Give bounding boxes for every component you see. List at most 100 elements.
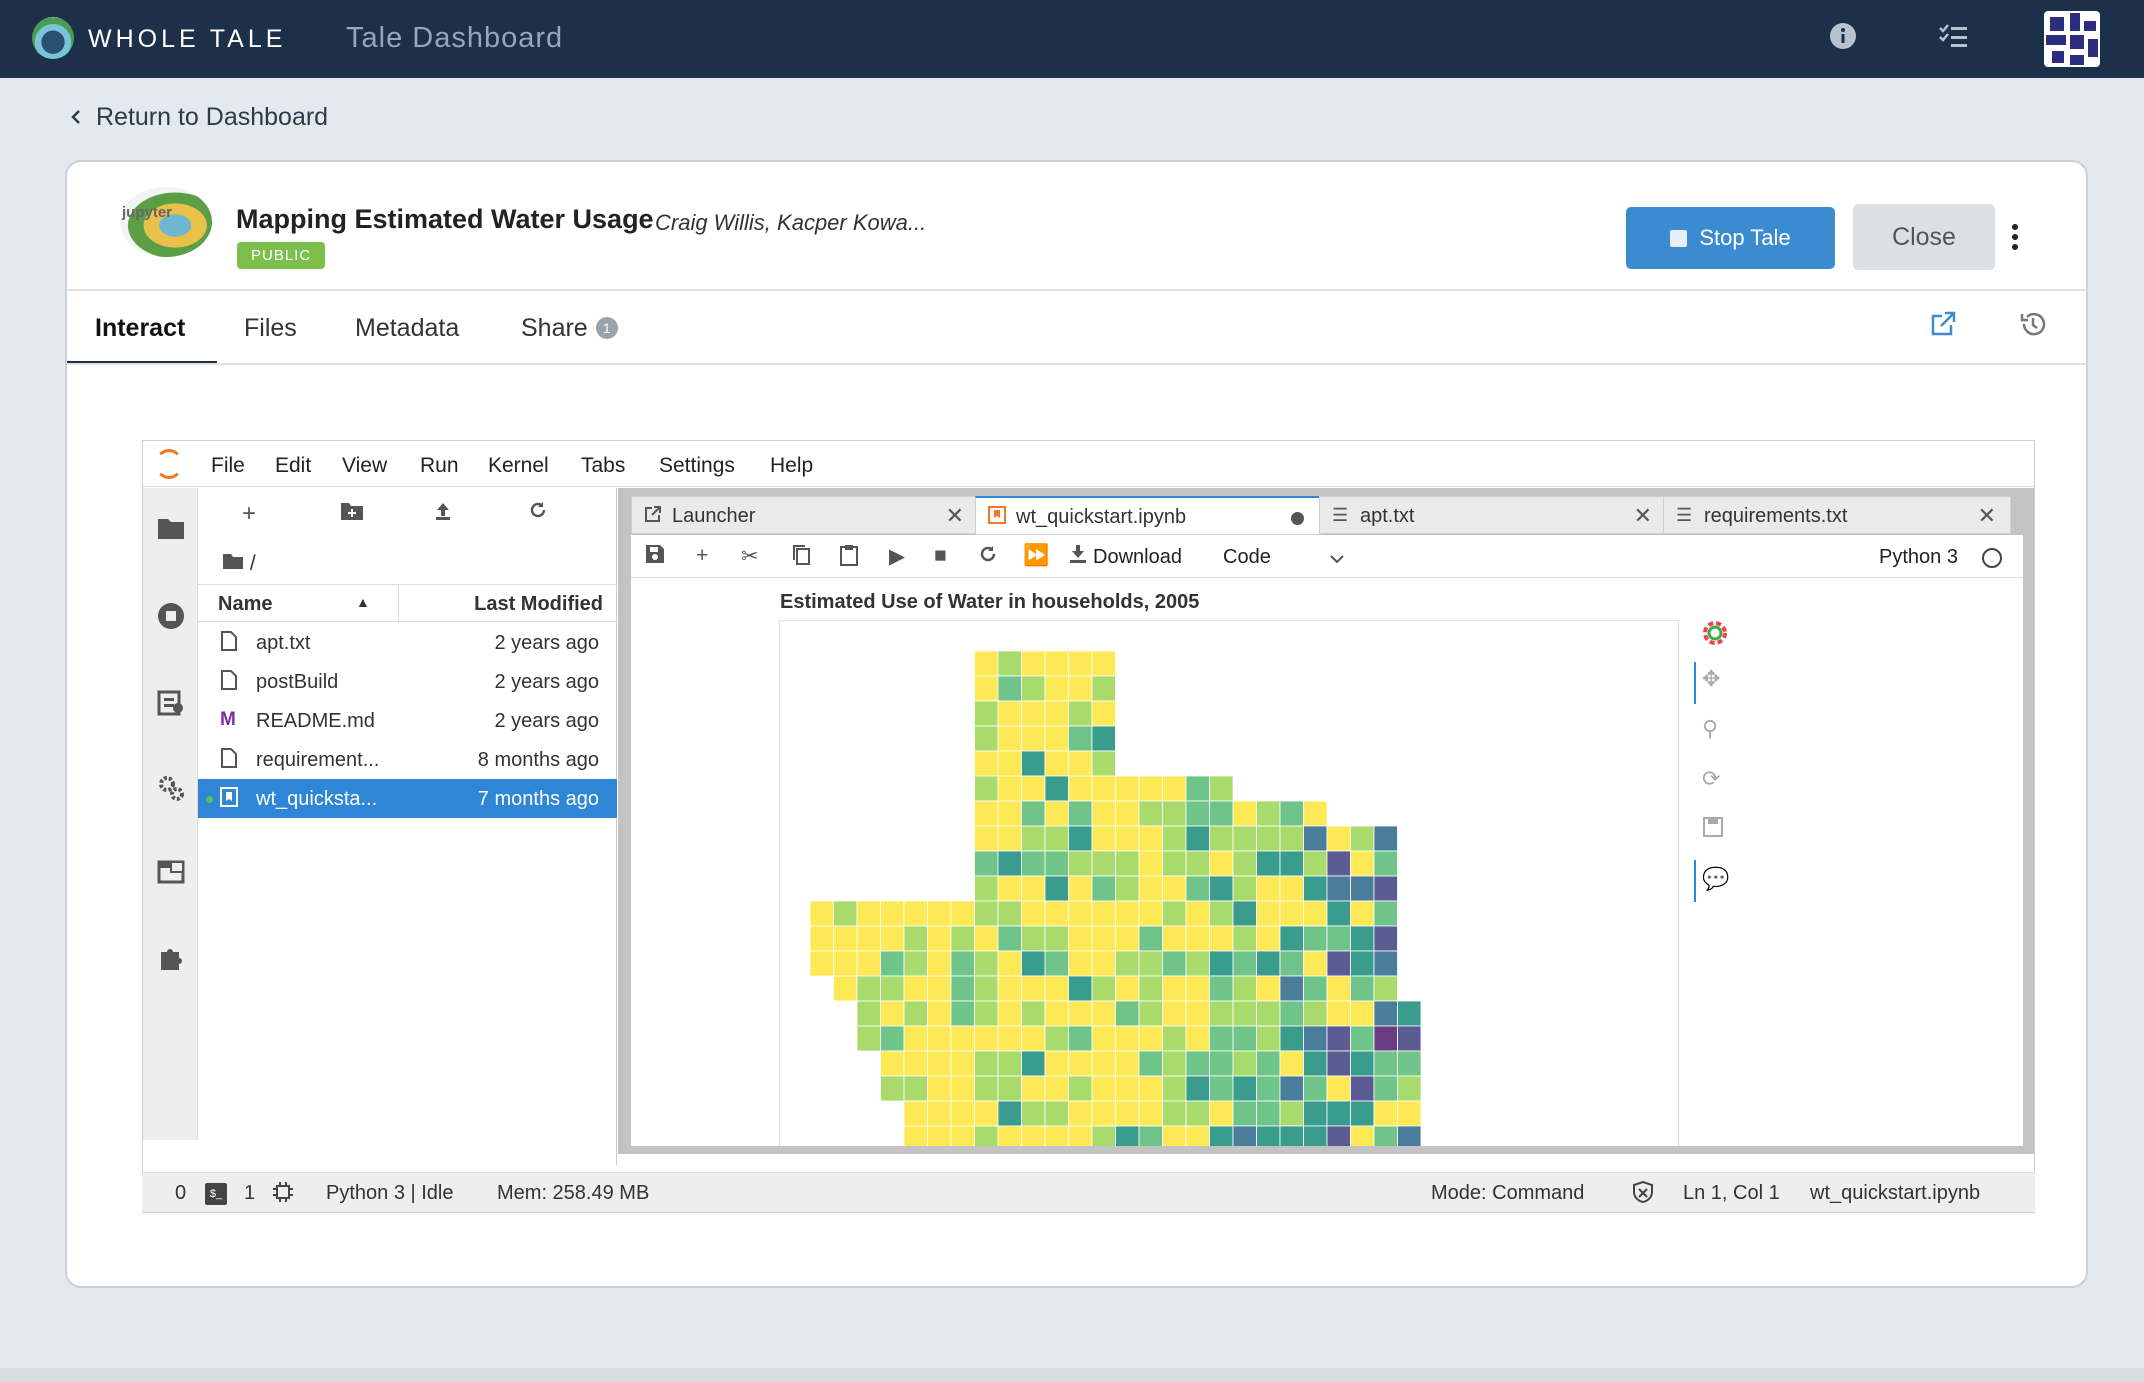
county-shape[interactable]: [1350, 1050, 1375, 1077]
county-shape[interactable]: [1138, 1000, 1163, 1027]
county-shape[interactable]: [1068, 950, 1093, 977]
menu-help[interactable]: Help: [770, 454, 813, 478]
county-shape[interactable]: [950, 925, 975, 952]
county-shape[interactable]: [997, 700, 1022, 727]
county-shape[interactable]: [1115, 975, 1140, 1002]
county-shape[interactable]: [1021, 1075, 1046, 1102]
county-shape[interactable]: [1162, 1000, 1187, 1027]
county-shape[interactable]: [1115, 1100, 1140, 1127]
county-shape[interactable]: [1091, 650, 1116, 677]
county-shape[interactable]: [974, 950, 999, 977]
county-shape[interactable]: [1138, 875, 1163, 902]
cut-icon[interactable]: ✂: [741, 544, 759, 569]
tab-notebook[interactable]: wt_quickstart.ipynb: [975, 496, 1323, 535]
county-shape[interactable]: [1068, 650, 1093, 677]
tasks-icon[interactable]: [1938, 22, 1968, 57]
county-shape[interactable]: [1303, 1025, 1328, 1052]
county-shape[interactable]: [1350, 1025, 1375, 1052]
county-shape[interactable]: [1021, 925, 1046, 952]
county-shape[interactable]: [1138, 800, 1163, 827]
county-shape[interactable]: [974, 750, 999, 777]
kernel-chip-icon[interactable]: [272, 1181, 294, 1209]
county-shape[interactable]: [1115, 850, 1140, 877]
restart-icon[interactable]: [978, 544, 998, 570]
county-shape[interactable]: [1185, 775, 1210, 802]
county-shape[interactable]: [1209, 825, 1234, 852]
county-shape[interactable]: [1397, 1125, 1422, 1146]
county-shape[interactable]: [1256, 900, 1281, 927]
county-shape[interactable]: [927, 1025, 952, 1052]
paste-icon[interactable]: [839, 544, 859, 572]
county-shape[interactable]: [927, 975, 952, 1002]
county-shape[interactable]: [1044, 775, 1069, 802]
county-shape[interactable]: [1373, 975, 1398, 1002]
wheel-zoom-icon[interactable]: ⚲: [1702, 716, 1718, 742]
county-shape[interactable]: [1068, 1125, 1093, 1146]
county-shape[interactable]: [1162, 1025, 1187, 1052]
county-shape[interactable]: [1068, 1100, 1093, 1127]
file-row[interactable]: M README.md 2 years ago: [198, 701, 617, 740]
county-shape[interactable]: [1256, 800, 1281, 827]
county-shape[interactable]: [1021, 775, 1046, 802]
county-shape[interactable]: [1373, 1050, 1398, 1077]
copy-icon[interactable]: [791, 544, 811, 572]
county-shape[interactable]: [1021, 725, 1046, 752]
county-shape[interactable]: [1091, 950, 1116, 977]
county-shape[interactable]: [1232, 975, 1257, 1002]
county-shape[interactable]: [1350, 825, 1375, 852]
county-shape[interactable]: [809, 925, 834, 952]
county-shape[interactable]: [1209, 900, 1234, 927]
county-shape[interactable]: [1303, 975, 1328, 1002]
new-launcher-icon[interactable]: +: [242, 500, 256, 528]
running-sessions-icon[interactable]: [157, 602, 185, 637]
tab-files[interactable]: Files: [244, 314, 297, 343]
county-shape[interactable]: [1021, 950, 1046, 977]
menu-kernel[interactable]: Kernel: [488, 454, 549, 478]
county-shape[interactable]: [1373, 1075, 1398, 1102]
county-shape[interactable]: [1303, 850, 1328, 877]
county-shape[interactable]: [1068, 725, 1093, 752]
county-shape[interactable]: [1232, 875, 1257, 902]
county-shape[interactable]: [1091, 900, 1116, 927]
county-shape[interactable]: [1068, 850, 1093, 877]
county-shape[interactable]: [997, 825, 1022, 852]
county-shape[interactable]: [1091, 800, 1116, 827]
county-shape[interactable]: [1232, 950, 1257, 977]
county-shape[interactable]: [1115, 900, 1140, 927]
more-options-icon[interactable]: [2012, 224, 2018, 254]
tab-requirements-txt[interactable]: ☰ requirements.txt ✕: [1663, 496, 2011, 534]
county-shape[interactable]: [1021, 825, 1046, 852]
county-shape[interactable]: [1209, 800, 1234, 827]
county-shape[interactable]: [1373, 900, 1398, 927]
county-shape[interactable]: [903, 950, 928, 977]
county-shape[interactable]: [903, 1000, 928, 1027]
county-shape[interactable]: [1185, 975, 1210, 1002]
county-shape[interactable]: [974, 675, 999, 702]
county-shape[interactable]: [1021, 1050, 1046, 1077]
county-shape[interactable]: [1256, 1075, 1281, 1102]
county-shape[interactable]: [1303, 1075, 1328, 1102]
county-shape[interactable]: [974, 1100, 999, 1127]
county-shape[interactable]: [1209, 1075, 1234, 1102]
county-shape[interactable]: [1138, 900, 1163, 927]
county-shape[interactable]: [1279, 1025, 1304, 1052]
county-shape[interactable]: [974, 1125, 999, 1146]
close-button[interactable]: Close: [1853, 204, 1995, 270]
county-shape[interactable]: [1068, 925, 1093, 952]
kernel-count[interactable]: 1: [244, 1182, 255, 1205]
county-shape[interactable]: [1021, 800, 1046, 827]
county-shape[interactable]: [1044, 875, 1069, 902]
county-shape[interactable]: [1326, 1000, 1351, 1027]
county-shape[interactable]: [1232, 900, 1257, 927]
county-shape[interactable]: [1044, 725, 1069, 752]
county-shape[interactable]: [997, 950, 1022, 977]
county-shape[interactable]: [1115, 925, 1140, 952]
county-shape[interactable]: [1185, 1000, 1210, 1027]
county-shape[interactable]: [997, 675, 1022, 702]
download-icon[interactable]: [1068, 544, 1088, 570]
county-shape[interactable]: [927, 1100, 952, 1127]
county-shape[interactable]: [950, 1000, 975, 1027]
county-shape[interactable]: [997, 775, 1022, 802]
county-shape[interactable]: [1044, 950, 1069, 977]
county-shape[interactable]: [1350, 950, 1375, 977]
